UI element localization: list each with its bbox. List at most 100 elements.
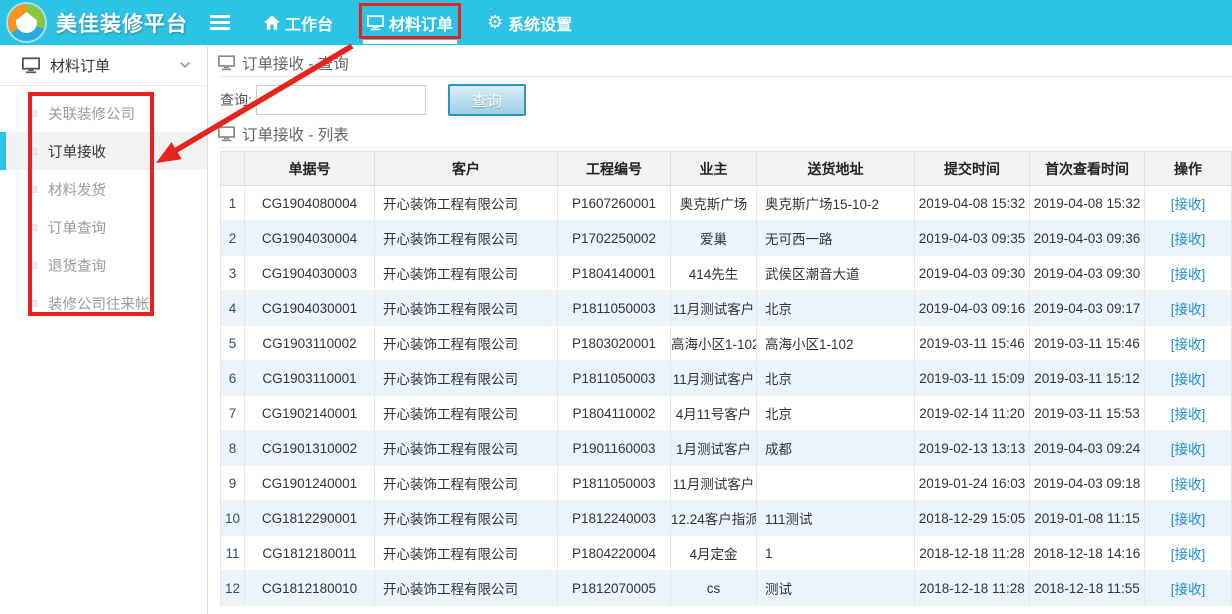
table-row: 7CG1902140001开心装饰工程有限公司P18041100024月11号客…	[221, 396, 1232, 431]
query-section-title-text: 订单接收 - 查询	[242, 52, 349, 74]
table-body: 1CG1904080004开心装饰工程有限公司P1607260001奥克斯广场奥…	[221, 186, 1232, 606]
receive-link[interactable]: [接收]	[1171, 302, 1206, 317]
cell-owner: cs	[671, 571, 757, 606]
section-divider	[218, 76, 1232, 77]
cell-no: 12	[221, 571, 245, 606]
query-section-title: 订单接收 - 查询	[218, 52, 1232, 73]
cell-first_view_time: 2019-04-03 09:30	[1030, 256, 1145, 291]
sidebar: 材料订单 关联装修公司订单接收材料发货订单查询退货查询装修公司往来帐	[0, 45, 207, 614]
cell-owner: 414先生	[671, 256, 757, 291]
receive-link[interactable]: [接收]	[1171, 337, 1206, 352]
column-header	[221, 152, 245, 186]
cell-submit_time: 2019-02-14 11:20	[915, 396, 1030, 431]
sidebar-item[interactable]: 关联装修公司	[0, 94, 207, 132]
receive-link[interactable]: [接收]	[1171, 232, 1206, 247]
cell-doc_no: CG1903110002	[245, 326, 375, 361]
cell-doc_no: CG1812290001	[245, 501, 375, 536]
receive-link[interactable]: [接收]	[1171, 547, 1206, 562]
cell-action: [接收]	[1145, 256, 1232, 291]
receive-link[interactable]: [接收]	[1171, 582, 1206, 597]
cell-doc_no: CG1812180010	[245, 571, 375, 606]
cell-first_view_time: 2019-04-08 15:32	[1030, 186, 1145, 221]
cell-owner: 1月测试客户	[671, 431, 757, 466]
receive-link[interactable]: [接收]	[1171, 477, 1206, 492]
sidebar-header-material-orders[interactable]: 材料订单	[0, 45, 207, 85]
cell-customer: 开心装饰工程有限公司	[375, 361, 558, 396]
receive-link[interactable]: [接收]	[1171, 372, 1206, 387]
cell-project_no: P1811050003	[558, 466, 671, 501]
table-row: 2CG1904030004开心装饰工程有限公司P1702250002爱巢无可西一…	[221, 221, 1232, 256]
cell-owner: 11月测试客户	[671, 466, 757, 501]
cell-action: [接收]	[1145, 396, 1232, 431]
cell-address: 测试	[757, 571, 915, 606]
sidebar-item[interactable]: 订单接收	[0, 132, 207, 170]
main-content: 订单接收 - 查询 查询: 查询 订单接收 - 列表 单据号客户工程编号业主送货…	[207, 45, 1232, 614]
cell-first_view_time: 2019-04-03 09:36	[1030, 221, 1145, 256]
column-header: 提交时间	[915, 152, 1030, 186]
cell-action: [接收]	[1145, 361, 1232, 396]
sidebar-item[interactable]: 退货查询	[0, 246, 207, 284]
cell-submit_time: 2019-02-13 13:13	[915, 431, 1030, 466]
cell-address: 111测试	[757, 501, 915, 536]
monitor-icon	[218, 55, 235, 71]
receive-link[interactable]: [接收]	[1171, 267, 1206, 282]
cell-address: 北京	[757, 361, 915, 396]
table-header-row: 单据号客户工程编号业主送货地址提交时间首次查看时间操作	[221, 152, 1232, 186]
sidebar-item-label: 订单接收	[48, 141, 106, 162]
cell-owner: 4月定金	[671, 536, 757, 571]
list-section-title-text: 订单接收 - 列表	[242, 123, 349, 145]
cell-owner: 12.24客户指派	[671, 501, 757, 536]
annotation-box-nav	[359, 3, 461, 39]
nav-item-workbench[interactable]: 工作台	[264, 0, 333, 45]
cell-first_view_time: 2019-04-03 09:24	[1030, 431, 1145, 466]
sidebar-item[interactable]: 订单查询	[0, 208, 207, 246]
nav-item-material-orders[interactable]: 材料订单	[367, 0, 453, 45]
cell-no: 5	[221, 326, 245, 361]
sidebar-item[interactable]: 材料发货	[0, 170, 207, 208]
home-icon	[264, 15, 280, 30]
section-divider	[218, 147, 1232, 148]
cell-first_view_time: 2019-04-03 09:18	[1030, 466, 1145, 501]
cell-action: [接收]	[1145, 186, 1232, 221]
cell-doc_no: CG1902140001	[245, 396, 375, 431]
cell-no: 9	[221, 466, 245, 501]
receive-link[interactable]: [接收]	[1171, 442, 1206, 457]
nav-item-label: 工作台	[285, 11, 333, 35]
column-header: 工程编号	[558, 152, 671, 186]
cell-owner: 11月测试客户	[671, 361, 757, 396]
bullet-icon	[30, 110, 37, 117]
cell-no: 1	[221, 186, 245, 221]
cell-customer: 开心装饰工程有限公司	[375, 291, 558, 326]
table-row: 3CG1904030003开心装饰工程有限公司P1804140001414先生武…	[221, 256, 1232, 291]
bullet-icon	[30, 148, 37, 155]
cell-no: 8	[221, 431, 245, 466]
receive-link[interactable]: [接收]	[1171, 512, 1206, 527]
query-button[interactable]: 查询	[448, 84, 526, 116]
cell-no: 6	[221, 361, 245, 396]
receive-link[interactable]: [接收]	[1171, 407, 1206, 422]
cell-doc_no: CG1901240001	[245, 466, 375, 501]
query-label: 查询:	[220, 90, 252, 110]
bullet-icon	[30, 300, 37, 307]
top-nav: 工作台 材料订单 ⚙ 系统设置	[230, 0, 572, 45]
cell-no: 11	[221, 536, 245, 571]
cell-submit_time: 2019-04-08 15:32	[915, 186, 1030, 221]
cell-submit_time: 2018-12-29 15:05	[915, 501, 1030, 536]
cell-owner: 11月测试客户	[671, 291, 757, 326]
bullet-icon	[30, 224, 37, 231]
cell-action: [接收]	[1145, 571, 1232, 606]
chevron-down-icon[interactable]	[179, 61, 191, 69]
cell-customer: 开心装饰工程有限公司	[375, 536, 558, 571]
bullet-icon	[30, 186, 37, 193]
cell-submit_time: 2019-03-11 15:46	[915, 326, 1030, 361]
cell-action: [接收]	[1145, 326, 1232, 361]
cell-address: 高海小区1-102	[757, 326, 915, 361]
query-input[interactable]	[256, 85, 426, 115]
nav-item-system-settings[interactable]: ⚙ 系统设置	[487, 0, 572, 45]
receive-link[interactable]: [接收]	[1171, 197, 1206, 212]
menu-toggle-icon[interactable]	[210, 12, 230, 33]
cell-doc_no: CG1903110001	[245, 361, 375, 396]
cell-customer: 开心装饰工程有限公司	[375, 256, 558, 291]
sidebar-item[interactable]: 装修公司往来帐	[0, 284, 207, 322]
monitor-icon	[22, 57, 40, 74]
